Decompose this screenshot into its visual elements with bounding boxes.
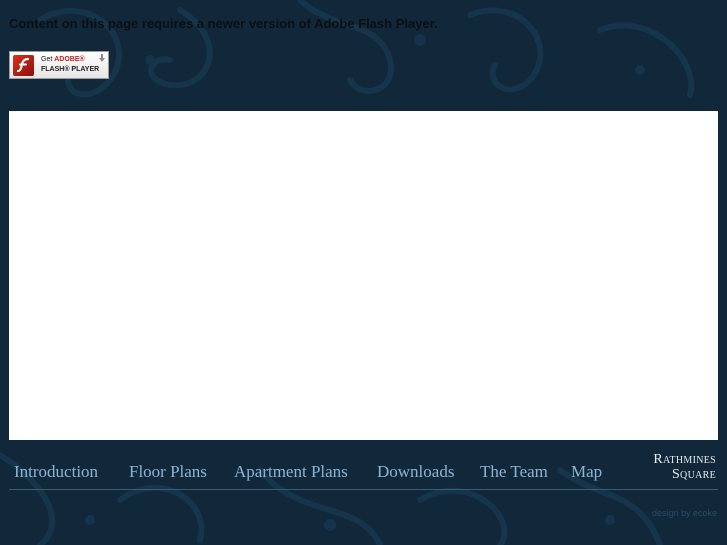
nav-introduction[interactable]: Introduction bbox=[14, 456, 98, 488]
download-arrow-icon bbox=[99, 54, 105, 62]
get-flash-player-button[interactable]: Get ADOBE® FLASH® PLAYER bbox=[9, 51, 109, 79]
brand-line-1: Rathmines bbox=[653, 452, 716, 467]
flash-logo-icon bbox=[13, 55, 34, 76]
nav-apartment-plans[interactable]: Apartment Plans bbox=[234, 456, 348, 488]
nav-divider bbox=[9, 489, 718, 490]
badge-get-label: Get ADOBE® bbox=[41, 56, 85, 63]
brand-line-2: Square bbox=[671, 467, 716, 482]
nav-floor-plans[interactable]: Floor Plans bbox=[129, 456, 207, 488]
badge-player-label: FLASH® PLAYER bbox=[41, 66, 100, 73]
flash-upgrade-notice: Content on this page requires a newer ve… bbox=[9, 16, 438, 31]
nav-downloads[interactable]: Downloads bbox=[377, 456, 454, 488]
main-navigation: Introduction Floor Plans Apartment Plans… bbox=[0, 456, 630, 488]
flash-content-area bbox=[9, 111, 718, 440]
nav-the-team[interactable]: The Team bbox=[480, 456, 548, 488]
page: { "flash_notice": { "message": "Content … bbox=[0, 0, 727, 545]
nav-map[interactable]: Map bbox=[571, 456, 602, 488]
design-credit-link[interactable]: design by ecoke bbox=[652, 508, 717, 518]
rathmines-square-logo[interactable]: Rathmines Square bbox=[653, 452, 716, 482]
